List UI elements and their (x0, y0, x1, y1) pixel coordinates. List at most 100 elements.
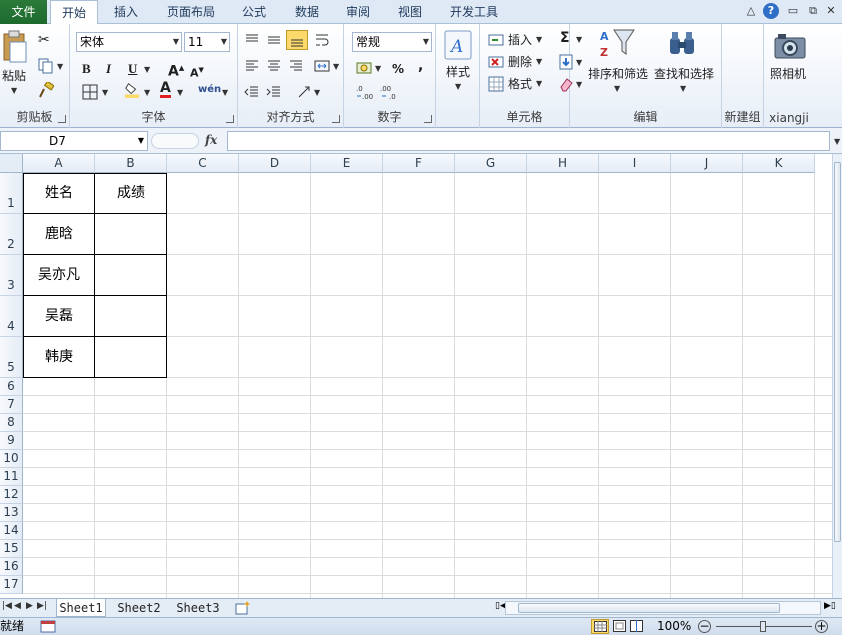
borders-icon[interactable] (82, 84, 98, 100)
find-select-button[interactable]: 查找和选择 (654, 66, 714, 82)
tab-home[interactable]: 开始 (50, 0, 98, 25)
column-header-c[interactable]: C (167, 154, 239, 173)
zoom-out-icon[interactable]: − (698, 620, 711, 633)
merge-center-icon[interactable] (314, 58, 330, 74)
tab-formulas[interactable]: 公式 (234, 0, 274, 24)
currency-dropdown-icon[interactable]: ▼ (375, 64, 381, 73)
zoom-slider-thumb[interactable] (760, 621, 766, 632)
bold-button[interactable]: B (82, 61, 91, 77)
find-dropdown-icon[interactable]: ▼ (680, 84, 686, 93)
paste-icon[interactable] (2, 30, 28, 64)
ribbon-minimize-icon[interactable]: △ (743, 3, 759, 19)
insert-cells-button[interactable]: 插入 (508, 32, 532, 48)
font-color-dropdown-icon[interactable]: ▼ (177, 88, 183, 97)
name-box[interactable]: D7 ▼ (0, 131, 148, 151)
normal-view-button[interactable] (591, 619, 609, 634)
cell-a1[interactable]: 姓名 (23, 173, 95, 214)
fill-dropdown-icon[interactable]: ▼ (576, 58, 582, 67)
camera-icon[interactable] (774, 32, 806, 60)
insert-sheet-icon[interactable] (235, 601, 251, 615)
clear-dropdown-icon[interactable]: ▼ (576, 80, 582, 89)
tab-developer[interactable]: 开发工具 (442, 0, 506, 24)
orientation-icon[interactable] (296, 84, 312, 100)
fill-color-icon[interactable] (124, 82, 140, 98)
align-center-icon[interactable] (266, 58, 282, 74)
sheet-tab-2[interactable]: Sheet2 (114, 599, 164, 617)
column-header-j[interactable]: J (671, 154, 743, 173)
tab-page-layout[interactable]: 页面布局 (156, 0, 226, 24)
last-sheet-icon[interactable]: ▶| (37, 601, 47, 611)
column-header-e[interactable]: E (311, 154, 383, 173)
sort-dropdown-icon[interactable]: ▼ (614, 84, 620, 93)
font-name-combo[interactable]: 宋体 ▼ (76, 32, 182, 52)
help-icon[interactable]: ? (763, 3, 779, 19)
cut-icon[interactable]: ✂ (38, 32, 50, 48)
select-all-corner[interactable] (0, 154, 23, 173)
format-cells-button[interactable]: 格式 (508, 76, 532, 92)
underline-dropdown-icon[interactable]: ▼ (144, 65, 150, 74)
percent-button[interactable]: % (392, 61, 404, 77)
decrease-decimal-icon[interactable]: .00.0 (380, 84, 400, 100)
decrease-indent-icon[interactable] (244, 84, 260, 100)
column-header-b[interactable]: B (95, 154, 167, 173)
alignment-launcher-icon[interactable] (332, 115, 340, 123)
orientation-dropdown-icon[interactable]: ▼ (314, 88, 320, 97)
shrink-font-button[interactable]: A▼ (190, 62, 204, 82)
vertical-scrollbar[interactable] (832, 154, 842, 598)
expand-formula-bar-icon[interactable]: ▼ (834, 137, 840, 146)
row-header-11[interactable]: 11 (0, 468, 23, 486)
column-header-d[interactable]: D (239, 154, 311, 173)
cell-a5[interactable]: 韩庚 (23, 337, 95, 378)
row-header-1[interactable]: 1 (0, 173, 23, 214)
row-header-16[interactable]: 16 (0, 558, 23, 576)
horizontal-scroll-thumb[interactable] (518, 603, 780, 613)
cell-b4[interactable] (95, 296, 167, 337)
row-header-3[interactable]: 3 (0, 255, 23, 296)
tab-review[interactable]: 审阅 (338, 0, 378, 24)
cell-b3[interactable] (95, 255, 167, 296)
row-header-13[interactable]: 13 (0, 504, 23, 522)
sort-filter-icon[interactable]: A Z (600, 28, 636, 60)
format-painter-icon[interactable] (38, 82, 54, 98)
vertical-scroll-thumb[interactable] (834, 162, 841, 542)
column-header-a[interactable]: A (23, 154, 95, 173)
increase-indent-icon[interactable] (266, 84, 282, 100)
tab-file[interactable]: 文件 (0, 0, 47, 24)
row-header-14[interactable]: 14 (0, 522, 23, 540)
insert-dropdown-icon[interactable]: ▼ (536, 35, 542, 44)
row-header-12[interactable]: 12 (0, 486, 23, 504)
borders-dropdown-icon[interactable]: ▼ (102, 88, 108, 97)
row-header-6[interactable]: 6 (0, 378, 23, 396)
page-break-view-icon[interactable] (630, 620, 643, 632)
styles-dropdown-icon[interactable]: ▼ (455, 82, 461, 91)
camera-button[interactable]: 照相机 (770, 66, 806, 82)
cell-a2[interactable]: 鹿晗 (23, 214, 95, 255)
row-header-4[interactable]: 4 (0, 296, 23, 337)
row-header-9[interactable]: 9 (0, 432, 23, 450)
italic-button[interactable]: I (106, 61, 111, 77)
delete-dropdown-icon[interactable]: ▼ (536, 57, 542, 66)
copy-icon[interactable] (38, 58, 54, 74)
align-left-icon[interactable] (244, 58, 260, 74)
binoculars-icon[interactable] (668, 30, 696, 58)
column-header-g[interactable]: G (455, 154, 527, 173)
row-header-17[interactable]: 17 (0, 576, 23, 594)
next-sheet-icon[interactable]: ▶ (26, 601, 33, 611)
clipboard-launcher-icon[interactable] (58, 115, 66, 123)
phonetic-button[interactable]: wén (198, 82, 221, 98)
cell-b1[interactable]: 成绩 (95, 173, 167, 214)
sheet-tab-1[interactable]: Sheet1 (56, 599, 106, 617)
phonetic-dropdown-icon[interactable]: ▼ (222, 88, 228, 97)
row-header-2[interactable]: 2 (0, 214, 23, 255)
autosum-dropdown-icon[interactable]: ▼ (576, 35, 582, 44)
column-header-h[interactable]: H (527, 154, 599, 173)
align-top-icon[interactable] (244, 32, 260, 48)
tab-view[interactable]: 视图 (390, 0, 430, 24)
fill-color-dropdown-icon[interactable]: ▼ (144, 88, 150, 97)
zoom-level[interactable]: 100% (657, 618, 691, 635)
tab-insert[interactable]: 插入 (104, 0, 148, 24)
insert-function-icon[interactable]: fx (205, 133, 217, 147)
format-cells-icon[interactable] (488, 76, 504, 92)
align-bottom-button[interactable] (286, 30, 308, 50)
cell-b5[interactable] (95, 337, 167, 378)
